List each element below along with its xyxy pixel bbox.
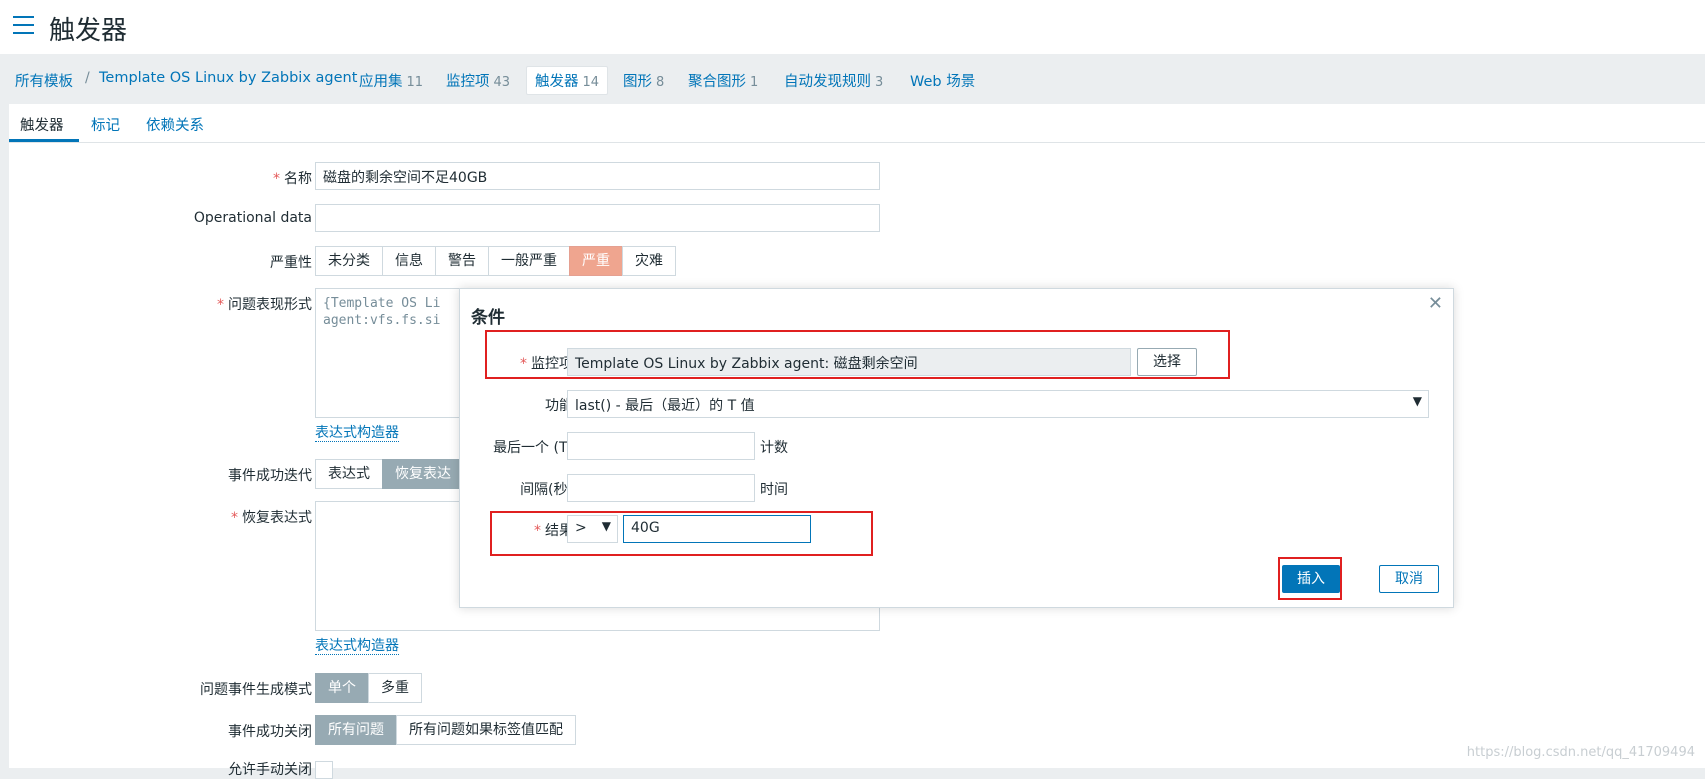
severity-high[interactable]: 严重 bbox=[569, 246, 623, 276]
cancel-button[interactable]: 取消 bbox=[1379, 565, 1439, 593]
severity-warning[interactable]: 警告 bbox=[435, 246, 489, 276]
insert-button[interactable]: 插入 bbox=[1282, 565, 1340, 593]
ok-event-selector: 表达式 恢复表达 bbox=[315, 459, 464, 489]
select-item-button[interactable]: 选择 bbox=[1137, 348, 1197, 376]
last-unit: 计数 bbox=[760, 440, 788, 456]
item-label: * 监控项 bbox=[520, 356, 573, 372]
manual-close-label: 允许手动关闭 bbox=[228, 762, 312, 778]
nav-applications[interactable]: 应用集 11 bbox=[359, 70, 423, 91]
close-icon[interactable]: ✕ bbox=[1428, 293, 1443, 314]
nav-graphs[interactable]: 图形 8 bbox=[623, 70, 664, 91]
function-select[interactable]: last() - 最后（最近）的 T 值 ▼ bbox=[567, 390, 1429, 418]
severity-label: 严重性 bbox=[270, 255, 312, 271]
close-label: 事件成功关闭 bbox=[228, 724, 312, 740]
opdata-label: Operational data bbox=[193, 210, 312, 226]
tab-trigger[interactable]: 触发器 bbox=[20, 114, 64, 135]
nav-items[interactable]: 监控项 43 bbox=[446, 70, 510, 91]
last-label: 最后一个 (T) bbox=[493, 440, 573, 456]
interval-label: 间隔(秒) bbox=[520, 482, 573, 498]
manual-close-checkbox[interactable] bbox=[315, 761, 333, 779]
condition-dialog: 条件 ✕ * 监控项 Template OS Linux by Zabbix ag… bbox=[459, 288, 1454, 608]
close-selector: 所有问题 所有问题如果标签值匹配 bbox=[315, 715, 576, 745]
tab-bar: 触发器 标记 依赖关系 bbox=[9, 104, 1705, 143]
name-label: * 名称 bbox=[273, 171, 312, 187]
ok-event-label: 事件成功迭代 bbox=[228, 468, 312, 484]
breadcrumb-separator: / bbox=[85, 70, 90, 86]
recovery-builder-link[interactable]: 表达式构造器 bbox=[315, 638, 399, 655]
tab-dependencies[interactable]: 依赖关系 bbox=[146, 114, 204, 135]
expression-label: * 问题表现形式 bbox=[217, 297, 312, 313]
tab-tags[interactable]: 标记 bbox=[91, 114, 120, 135]
page-title: 触发器 bbox=[49, 16, 128, 46]
gen-mode-label: 问题事件生成模式 bbox=[200, 682, 312, 698]
active-tab-indicator bbox=[9, 139, 79, 142]
expression-builder-link[interactable]: 表达式构造器 bbox=[315, 425, 399, 442]
close-tag-match[interactable]: 所有问题如果标签值匹配 bbox=[396, 715, 576, 745]
result-operator-select[interactable]: > ▼ bbox=[567, 515, 618, 543]
gen-mode-selector: 单个 多重 bbox=[315, 673, 422, 703]
severity-not-classified[interactable]: 未分类 bbox=[315, 246, 383, 276]
breadcrumb-template[interactable]: Template OS Linux by Zabbix agent bbox=[99, 70, 357, 86]
watermark: https://blog.csdn.net/qq_41709494 bbox=[1466, 745, 1695, 760]
close-all-problems[interactable]: 所有问题 bbox=[315, 715, 397, 745]
result-value-input[interactable]: 40G bbox=[623, 515, 811, 543]
page-header: 触发器 bbox=[0, 0, 1705, 54]
nav-web-scenarios[interactable]: Web 场景 bbox=[910, 70, 975, 91]
gen-mode-single[interactable]: 单个 bbox=[315, 673, 369, 703]
interval-unit: 时间 bbox=[760, 482, 788, 498]
dropdown-arrow-icon: ▼ bbox=[601, 519, 611, 533]
name-input[interactable]: 磁盘的剩余空间不足40GB bbox=[315, 162, 880, 190]
nav-screens[interactable]: 聚合图形 1 bbox=[688, 70, 758, 91]
severity-information[interactable]: 信息 bbox=[382, 246, 436, 276]
nav-triggers[interactable]: 触发器 14 bbox=[526, 66, 609, 95]
severity-disaster[interactable]: 灾难 bbox=[622, 246, 676, 276]
ok-event-recovery[interactable]: 恢复表达 bbox=[382, 459, 464, 489]
interval-input[interactable] bbox=[567, 474, 755, 502]
breadcrumb: 所有模板 / Template OS Linux by Zabbix agent… bbox=[0, 54, 1705, 104]
ok-event-expression[interactable]: 表达式 bbox=[315, 459, 383, 489]
item-field: Template OS Linux by Zabbix agent: 磁盘剩余空… bbox=[567, 348, 1131, 376]
recovery-label: * 恢复表达式 bbox=[231, 510, 312, 526]
nav-discovery-rules[interactable]: 自动发现规则 3 bbox=[784, 70, 883, 91]
severity-average[interactable]: 一般严重 bbox=[488, 246, 570, 276]
menu-icon[interactable] bbox=[13, 16, 34, 34]
last-input[interactable] bbox=[567, 432, 755, 460]
gen-mode-multiple[interactable]: 多重 bbox=[368, 673, 422, 703]
breadcrumb-all-templates[interactable]: 所有模板 bbox=[15, 70, 73, 91]
severity-selector: 未分类 信息 警告 一般严重 严重 灾难 bbox=[315, 246, 676, 276]
dialog-title: 条件 bbox=[471, 308, 505, 328]
dropdown-arrow-icon: ▼ bbox=[1412, 394, 1422, 408]
opdata-input[interactable] bbox=[315, 204, 880, 232]
